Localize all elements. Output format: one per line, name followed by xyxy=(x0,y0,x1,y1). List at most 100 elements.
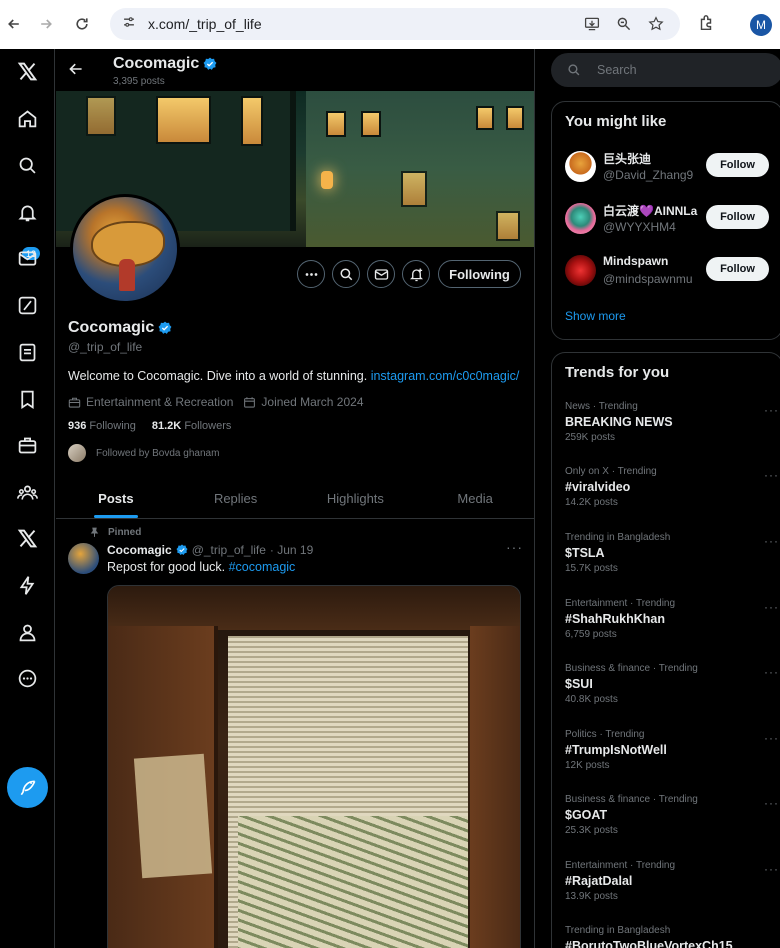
follow-button[interactable]: Follow xyxy=(706,257,769,281)
post-date[interactable]: · Jun 19 xyxy=(270,543,313,557)
pin-icon xyxy=(90,527,99,537)
home-icon[interactable] xyxy=(0,100,55,136)
tab-replies[interactable]: Replies xyxy=(176,479,296,518)
post-author-name[interactable]: Cocomagic xyxy=(107,543,172,557)
profile-category[interactable]: Entertainment & Recreation xyxy=(86,395,233,409)
post-hashtag[interactable]: #cocomagic xyxy=(229,560,296,574)
zoom-icon[interactable] xyxy=(614,15,634,33)
install-app-icon[interactable] xyxy=(582,15,602,33)
trend-count: 15.7K posts xyxy=(565,563,618,574)
following-button[interactable]: Following xyxy=(438,260,521,288)
trend-more-icon[interactable]: ··· xyxy=(764,468,779,482)
banner-window xyxy=(401,171,427,207)
followers-link[interactable]: 81.2K Followers xyxy=(152,420,232,432)
trend-topic: #TrumpIsNotWell xyxy=(565,743,667,757)
trend-topic: $TSLA xyxy=(565,546,605,560)
trend-item[interactable]: Politics · Trending #TrumpIsNotWell 12K … xyxy=(565,729,778,771)
trend-count: 259K posts xyxy=(565,432,616,443)
trend-more-icon[interactable]: ··· xyxy=(764,731,779,745)
post-image[interactable] xyxy=(107,585,521,948)
right-sidebar: Search You might like 巨头张迪 @David_Zhang9… xyxy=(536,49,780,948)
trend-more-icon[interactable]: ··· xyxy=(764,862,779,876)
suggestion-handle: @mindspawnmu xyxy=(603,272,693,286)
search-input[interactable]: Search xyxy=(597,63,637,77)
jobs-briefcase-icon[interactable] xyxy=(0,427,55,463)
banner-window xyxy=(361,111,381,137)
post-more-icon[interactable]: ··· xyxy=(506,539,523,555)
follow-button[interactable]: Follow xyxy=(706,153,769,177)
suggestion-name: 巨头张迪 xyxy=(603,152,652,166)
bookmark-star-icon[interactable] xyxy=(646,15,666,33)
forward-nav-icon[interactable] xyxy=(32,10,60,38)
profile-main-column: Cocomagic 3,395 posts Following Cocomagi… xyxy=(56,49,535,948)
trend-more-icon[interactable]: ··· xyxy=(764,665,779,679)
trend-item[interactable]: Business & finance · Trending $GOAT 25.3… xyxy=(565,794,778,836)
explore-search-icon[interactable] xyxy=(0,147,55,183)
suggestion-avatar xyxy=(565,151,596,182)
trend-item[interactable]: News · Trending BREAKING NEWS 259K posts… xyxy=(565,401,778,443)
tab-highlights[interactable]: Highlights xyxy=(296,479,416,518)
trend-more-icon[interactable]: ··· xyxy=(764,534,779,548)
trend-item[interactable]: Entertainment · Trending #RajatDalal 13.… xyxy=(565,860,778,902)
suggestion-item[interactable]: Mindspawn @mindspawnmu Follow xyxy=(565,252,771,292)
post-author-avatar[interactable] xyxy=(68,543,99,574)
avatar-figure-art xyxy=(119,259,135,291)
suggestion-avatar xyxy=(565,203,596,234)
notify-button[interactable] xyxy=(402,260,430,288)
banner-window xyxy=(506,106,524,130)
trend-more-icon[interactable]: ··· xyxy=(764,403,779,417)
verified-orgs-lightning-icon[interactable] xyxy=(0,567,55,603)
address-bar[interactable]: x.com/_trip_of_life xyxy=(110,8,680,40)
trend-item[interactable]: Business & finance · Trending $SUI 40.8K… xyxy=(565,663,778,705)
extensions-icon[interactable] xyxy=(697,14,715,37)
tab-posts[interactable]: Posts xyxy=(56,479,176,518)
suggestion-handle: @WYYXHM4 xyxy=(603,220,676,234)
bookmarks-icon[interactable] xyxy=(0,381,55,417)
search-profile-button[interactable] xyxy=(332,260,360,288)
browser-profile-avatar[interactable]: M xyxy=(750,14,772,36)
suggestion-name: Mindspawn xyxy=(603,254,669,268)
suggestion-item[interactable]: 白云渡💜AINNLa @WYYXHM4 Follow xyxy=(565,200,771,240)
tab-media[interactable]: Media xyxy=(415,479,534,518)
calendar-icon xyxy=(244,396,256,408)
profile-avatar[interactable] xyxy=(70,194,180,304)
follow-button[interactable]: Follow xyxy=(706,205,769,229)
site-settings-icon[interactable] xyxy=(122,15,136,34)
trend-item[interactable]: Trending in Bangladesh $TSLA 15.7K posts… xyxy=(565,532,778,574)
followed-by[interactable]: Followed by Bovda ghanam xyxy=(68,444,219,462)
profile-person-icon[interactable] xyxy=(0,614,55,650)
premium-x-icon[interactable] xyxy=(0,520,55,556)
search-box[interactable]: Search xyxy=(551,53,780,87)
note-paper-art xyxy=(133,753,213,879)
trend-item[interactable]: Only on X · Trending #viralvideo 14.2K p… xyxy=(565,466,778,508)
pinned-label: Pinned xyxy=(89,527,141,538)
message-button[interactable] xyxy=(367,260,395,288)
messages-envelope-icon[interactable] xyxy=(0,240,55,276)
verified-badge-icon xyxy=(203,57,217,70)
grok-icon[interactable] xyxy=(0,287,55,323)
communities-icon[interactable] xyxy=(0,474,55,510)
show-more-link[interactable]: Show more xyxy=(565,309,626,323)
search-icon xyxy=(340,268,352,280)
following-link[interactable]: 936 Following xyxy=(68,420,136,432)
bio-link[interactable]: instagram.com/c0c0magic/ xyxy=(371,369,520,383)
browser-toolbar: x.com/_trip_of_life M xyxy=(0,0,780,49)
reload-icon[interactable] xyxy=(68,10,96,38)
trend-more-icon[interactable]: ··· xyxy=(764,796,779,810)
x-logo-icon[interactable] xyxy=(0,53,55,89)
trend-item[interactable]: Trending in Bangladesh #BorutoTwoBlueVor… xyxy=(565,925,775,948)
more-options-button[interactable] xyxy=(297,260,325,288)
trend-item[interactable]: Entertainment · Trending #ShahRukhKhan 6… xyxy=(565,598,778,640)
back-nav-icon[interactable] xyxy=(0,10,28,38)
more-circle-icon[interactable] xyxy=(0,660,55,696)
post-author-handle[interactable]: @_trip_of_life xyxy=(192,543,266,557)
suggestion-handle: @David_Zhang9 xyxy=(603,168,694,182)
compose-post-button[interactable] xyxy=(7,767,48,808)
lists-icon[interactable] xyxy=(0,334,55,370)
suggestion-item[interactable]: 巨头张迪 @David_Zhang9 Follow xyxy=(565,148,771,188)
trend-count: 6,759 posts xyxy=(565,629,617,640)
trend-more-icon[interactable]: ··· xyxy=(764,600,779,614)
notifications-bell-icon[interactable] xyxy=(0,194,55,230)
back-arrow-icon[interactable] xyxy=(68,61,88,79)
profile-bio: Welcome to Cocomagic. Dive into a world … xyxy=(68,369,520,383)
